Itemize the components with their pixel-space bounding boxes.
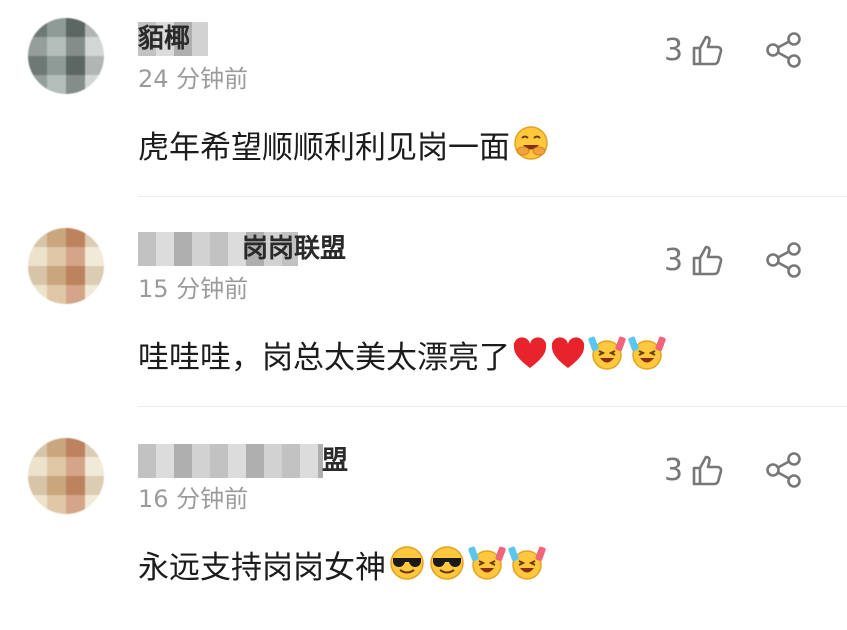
sunglasses-face-emoji: [390, 546, 424, 580]
hugging-face-emoji: [514, 126, 548, 160]
username-text: 盟: [321, 446, 348, 476]
share-icon[interactable]: [764, 452, 804, 488]
avatar[interactable]: [28, 438, 104, 514]
cheering-face-emoji: [628, 336, 666, 370]
like-button[interactable]: 3: [664, 240, 725, 280]
share-icon[interactable]: [764, 242, 804, 278]
avatar[interactable]: [28, 18, 104, 94]
comment-text-row: 哇哇哇，岗总太美太漂亮了: [138, 334, 666, 380]
cheering-face-emoji: [508, 546, 546, 580]
comment-text: 永远支持岗岗女神: [138, 550, 386, 586]
comment-item: 貊椰 24 分钟前 3 虎年希望顺顺利利见岗一面: [0, 0, 847, 210]
divider: [138, 196, 847, 197]
like-count: 3: [664, 242, 684, 278]
divider: [138, 406, 847, 407]
cheering-face-emoji: [588, 336, 626, 370]
like-count: 3: [664, 452, 684, 488]
username[interactable]: 盟: [138, 444, 348, 478]
timestamp: 24 分钟前: [138, 65, 249, 93]
cheering-face-emoji: [468, 546, 506, 580]
username[interactable]: 岗岗联盟: [138, 232, 348, 266]
comment-text-row: 虎年希望顺顺利利见岗一面: [138, 124, 550, 170]
red-heart-emoji: [513, 337, 547, 368]
timestamp: 15 分钟前: [138, 275, 249, 303]
sunglasses-face-emoji: [430, 546, 464, 580]
timestamp: 16 分钟前: [138, 485, 249, 513]
comment-text-row: 永远支持岗岗女神: [138, 544, 546, 590]
like-button[interactable]: 3: [664, 30, 725, 70]
thumbs-up-icon: [692, 35, 723, 66]
like-count: 3: [664, 32, 684, 68]
thumbs-up-icon: [692, 245, 723, 276]
username-text: 岗岗联盟: [241, 234, 346, 264]
like-button[interactable]: 3: [664, 450, 725, 490]
share-icon[interactable]: [764, 32, 804, 68]
comment-item: 岗岗联盟 15 分钟前 3 哇哇哇，岗总太美太漂亮了: [0, 210, 847, 420]
avatar[interactable]: [28, 228, 104, 304]
comment-item: 盟 16 分钟前 3 永远支持岗岗女神: [0, 420, 847, 630]
username[interactable]: 貊椰: [138, 22, 348, 56]
comment-text: 哇哇哇，岗总太美太漂亮了: [138, 340, 510, 376]
blur-mosaic: [138, 444, 323, 478]
thumbs-up-icon: [692, 455, 723, 486]
username-text: 貊椰: [138, 24, 191, 54]
red-heart-emoji: [551, 337, 585, 368]
comment-text: 虎年希望顺顺利利见岗一面: [138, 130, 510, 166]
